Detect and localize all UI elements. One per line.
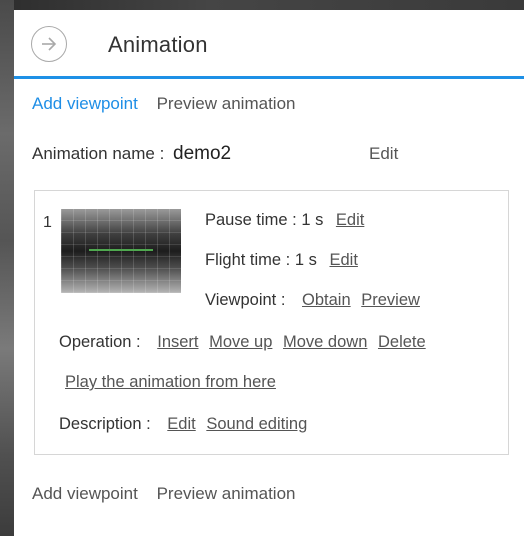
viewpoint-thumbnail [61, 209, 181, 293]
sound-editing-link[interactable]: Sound editing [206, 415, 307, 433]
viewpoint-row: Viewpoint : Obtain Preview [205, 291, 426, 310]
panel-header: Animation [14, 10, 524, 79]
move-up-link[interactable]: Move up [209, 333, 272, 351]
animation-name-value: demo2 [173, 143, 232, 164]
pause-time-label: Pause time : [205, 211, 297, 229]
map-background-top [0, 0, 524, 10]
edit-description-link[interactable]: Edit [167, 415, 195, 433]
tab-bar: Add viewpoint Preview animation [32, 94, 309, 114]
description-row: Description : Edit Sound editing [59, 415, 313, 434]
animation-panel: Animation Add viewpoint Preview animatio… [14, 10, 524, 536]
pause-time-value: 1 s [301, 211, 324, 229]
obtain-viewpoint-link[interactable]: Obtain [302, 291, 351, 309]
operation-row: Operation : Insert Move up Move down Del… [59, 333, 432, 352]
edit-pause-time-link[interactable]: Edit [336, 211, 364, 229]
panel-title: Animation [108, 32, 208, 57]
viewpoint-card: 1 Pause time : 1 s Edit Flight time : 1 … [34, 190, 509, 455]
description-label: Description : [59, 415, 151, 433]
tab-preview-animation[interactable]: Preview animation [157, 94, 296, 114]
pause-time-row: Pause time : 1 s Edit [205, 211, 370, 230]
delete-link[interactable]: Delete [378, 333, 426, 351]
operation-label: Operation : [59, 333, 141, 351]
footer-add-viewpoint-button[interactable]: Add viewpoint [32, 484, 138, 504]
tab-add-viewpoint[interactable]: Add viewpoint [32, 94, 138, 114]
play-from-here-row: Play the animation from here [65, 373, 282, 392]
insert-link[interactable]: Insert [157, 333, 198, 351]
flight-time-label: Flight time : [205, 251, 291, 269]
preview-viewpoint-link[interactable]: Preview [361, 291, 420, 309]
animation-name-row: Animation name : demo2 [32, 143, 231, 165]
back-button[interactable] [31, 26, 67, 62]
animation-name-label: Animation name : [32, 144, 165, 163]
map-background-left [0, 0, 14, 536]
footer-actions: Add viewpoint Preview animation [32, 484, 309, 504]
footer-preview-animation-button[interactable]: Preview animation [157, 484, 296, 504]
edit-name-button[interactable]: Edit [369, 144, 398, 164]
viewpoint-label: Viewpoint : [205, 291, 286, 309]
edit-flight-time-link[interactable]: Edit [329, 251, 357, 269]
move-down-link[interactable]: Move down [283, 333, 367, 351]
flight-time-row: Flight time : 1 s Edit [205, 251, 364, 270]
arrow-right-circle-icon [39, 34, 59, 54]
play-from-here-link[interactable]: Play the animation from here [65, 373, 276, 391]
flight-time-value: 1 s [294, 251, 317, 269]
viewpoint-index: 1 [43, 214, 52, 231]
